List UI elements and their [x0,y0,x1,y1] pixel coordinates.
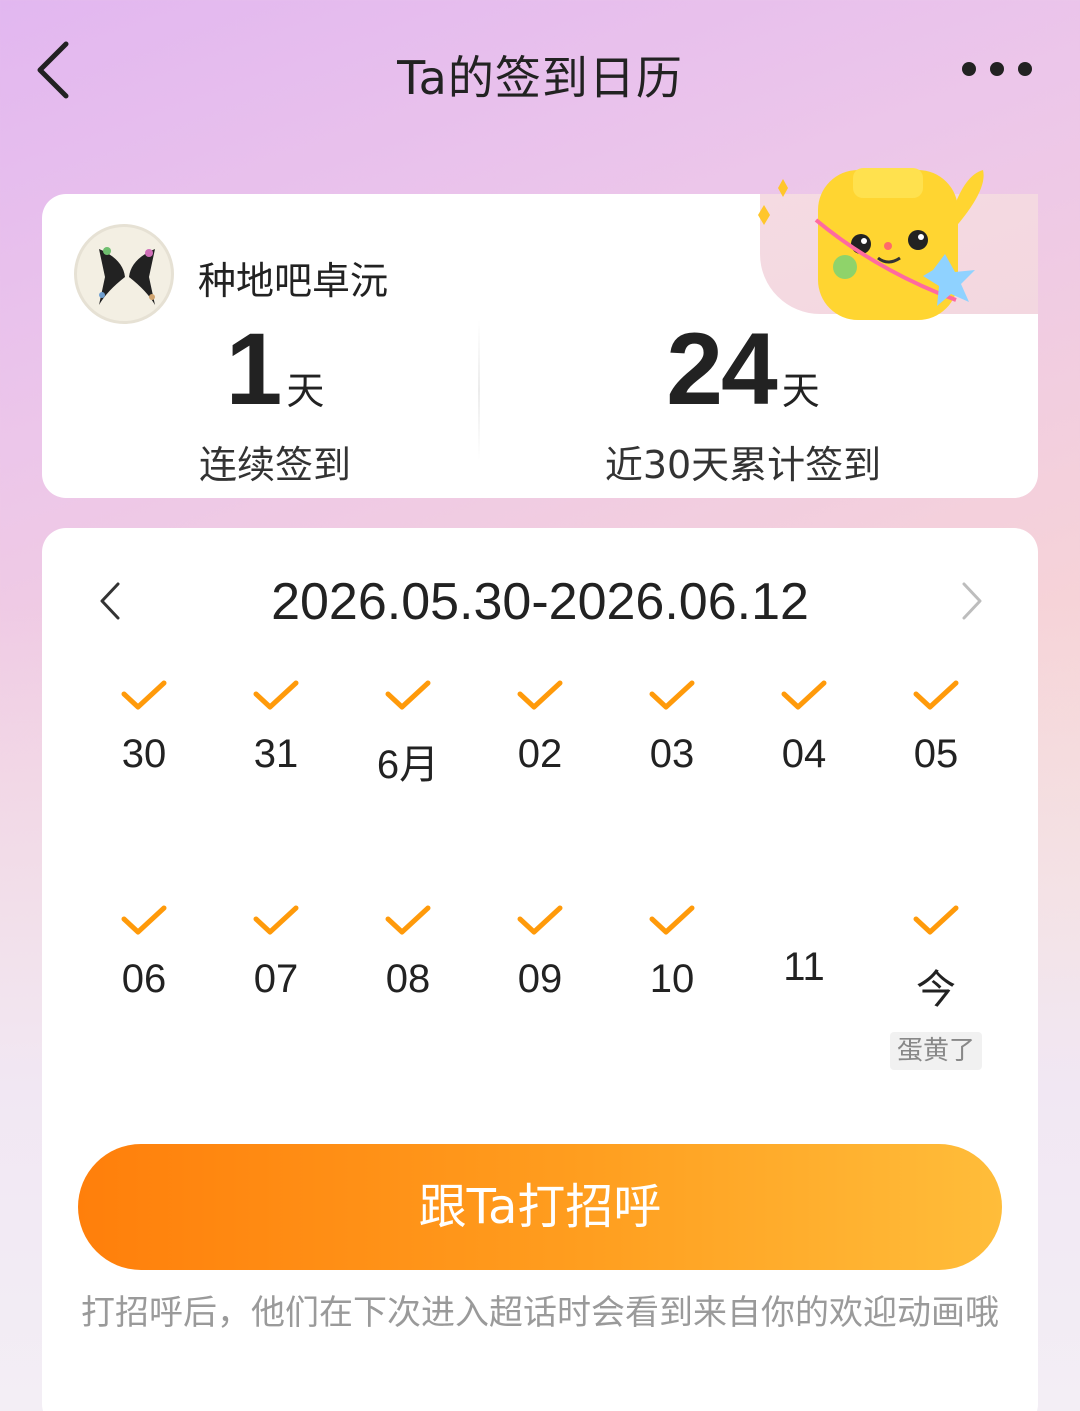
chevron-right-icon [962,582,982,620]
dot-icon [1018,62,1032,76]
today-badge: 蛋黄了 [890,1032,982,1070]
username: 种地吧卓沅 [198,259,389,303]
calendar-day-label: 31 [253,732,299,776]
check-icon [253,905,299,935]
check-icon [385,680,431,710]
calendar-day-label: 05 [913,732,959,776]
check-icon [649,680,695,710]
more-options-button[interactable] [962,58,1032,80]
calendar-day-label: 10 [649,957,695,1001]
calendar-day-label: 06 [121,957,167,1001]
calendar-day-label: 09 [517,957,563,1001]
avatar[interactable] [74,224,174,324]
mascot-illustration [758,168,984,320]
check-icon [385,905,431,935]
check-icon [649,905,695,935]
calendar-day: 31 [226,678,326,777]
calendar-day-label: 08 [385,957,431,1001]
calendar-day: 6月 [358,678,458,790]
dot-icon [990,62,1004,76]
calendar-day-label: 30 [121,732,167,776]
calendar-day-label: 07 [253,957,299,1001]
check-icon [781,680,827,710]
calendar-day-label: 6月 [376,743,440,787]
streak-unit: 天 [286,369,325,413]
hint-text: 打招呼后，他们在下次进入超话时会看到来自你的欢迎动画哦 [81,1293,999,1333]
check-icon [517,680,563,710]
check-icon [121,680,167,710]
dot-icon [962,62,976,76]
streak-label: 连续签到 [198,443,351,487]
calendar-day-label: 04 [781,732,827,776]
calendar-day: 02 [490,678,590,777]
stats-divider [478,320,480,460]
calendar-day: 今 [886,903,986,1015]
check-icon [517,905,563,935]
next-week-button[interactable] [952,576,992,626]
calendar-day-label: 11 [783,945,825,989]
total-value: 24 [666,312,777,426]
calendar-day-label: 02 [517,732,563,776]
calendar-day: 03 [622,678,722,777]
calendar-day: 05 [886,678,986,777]
streak-stat: 1天 连续签到 [150,318,400,489]
total-unit: 天 [781,369,820,413]
total-stat: 24 天 近30天累计签到 [560,318,926,489]
check-icon [121,905,167,935]
date-range: 2026.05.30-2026.06.12 [271,573,809,631]
calendar-day-label: 今 [916,968,956,1012]
page-title: Ta的签到日历 [397,51,683,105]
calendar-day: 09 [490,903,590,1002]
calendar-day: 06 [94,903,194,1002]
calendar-day: 08 [358,903,458,1002]
streak-value: 1 [225,312,283,426]
calendar-day: 10 [622,903,722,1002]
total-label: 近30天累计签到 [604,443,882,487]
calendar-day: 04 [754,678,854,777]
calendar-day-label: 03 [649,732,695,776]
check-icon [913,680,959,710]
say-hi-button[interactable]: 跟Ta打招呼 [78,1144,1002,1270]
calendar-day: 30 [94,678,194,777]
check-icon [253,680,299,710]
top-bar: Ta的签到日历 [0,0,1080,140]
check-icon [913,905,959,935]
calendar-day: 07 [226,903,326,1002]
calendar-day: 11 [754,945,854,990]
